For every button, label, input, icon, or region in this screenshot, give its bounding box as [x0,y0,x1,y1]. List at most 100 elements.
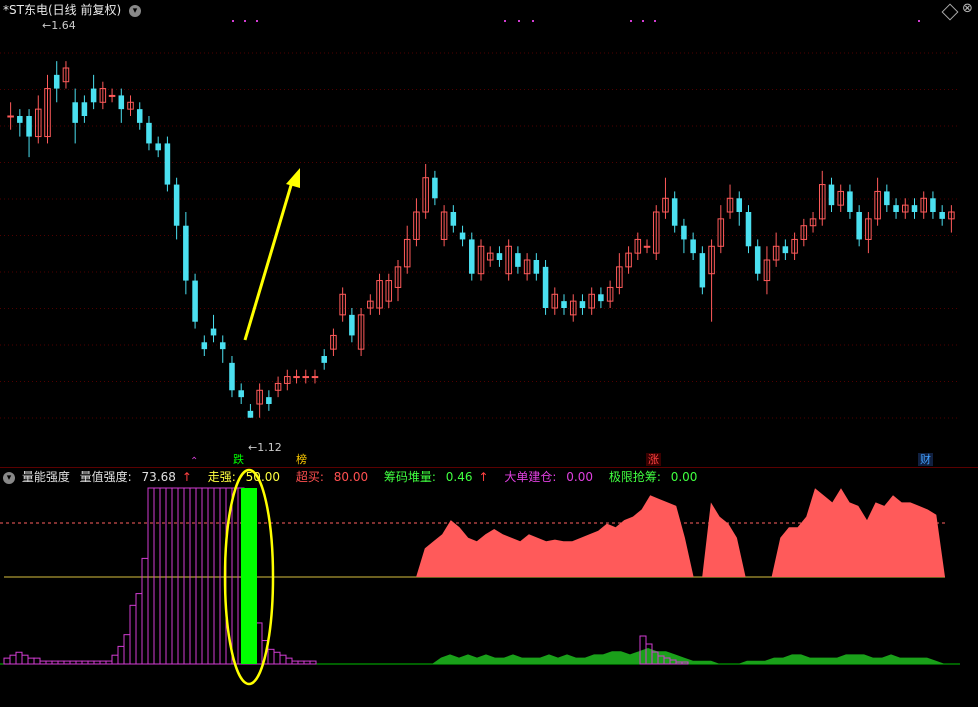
candle-body-down [515,253,521,267]
candle-body-down [266,397,272,404]
big-order-bar [45,660,53,665]
chevron-down-icon[interactable]: ▾ [3,471,15,484]
price-low-label: ←1.12 [248,441,282,454]
big-order-bar [153,487,161,665]
candle-body-down [542,266,549,308]
candle-body-down [247,410,254,418]
top-marker-dot [654,20,656,22]
candle-body-down [469,239,475,274]
big-order-bar [75,660,83,665]
candle-body-down [533,260,540,274]
big-order-bar [177,487,185,665]
event-tag-zhang[interactable]: 涨 [646,453,661,466]
candle-body-up [7,115,14,118]
candle-body-down [118,95,125,110]
big-order-bar [267,648,275,665]
big-order-bar [213,487,221,665]
price-high-value: 1.64 [51,19,76,32]
candle-body-down [893,205,899,212]
indicator-name: 量能强度 [21,470,70,484]
big-order-bar [201,487,209,665]
big-order-bar [231,487,239,665]
big-order-bar [309,660,317,665]
top-marker-dot [244,20,246,22]
top-marker-dot [232,20,234,22]
candle-body-down [496,253,503,260]
big-order-bar [51,660,59,665]
big-order-bar [57,660,65,665]
big-order-bar [27,657,35,665]
event-tag-bang-label: 榜 [296,453,307,466]
big-order-bar [63,660,71,665]
candle-body-down [856,212,862,240]
big-order-bar [135,593,143,665]
candle-body-down [17,116,23,123]
big-order-bar [33,657,41,665]
candle-body-down [183,225,189,281]
candle-body-down [321,356,327,363]
big-order-bar [285,657,293,665]
candle-body-down [164,143,171,185]
big-order-bar [9,654,17,665]
price-high-label: ←1.64 [42,19,76,32]
big-order-bar [105,660,113,665]
candle-body-down [782,246,789,254]
top-marker-dot [532,20,534,22]
candle-body-down [210,328,217,336]
big-order-bar [3,657,11,665]
candle-body-down [201,342,208,350]
big-order-bar [99,660,107,665]
candle-body-down [229,362,235,391]
big-order-bar [273,651,281,665]
big-order-bar [111,654,119,665]
candle-body-down [450,212,457,226]
candle-body-down [459,232,466,240]
big-order-bar [189,487,197,665]
big-order-bar [81,660,89,665]
big-order-bar [39,660,47,665]
event-tag-cai-label: 财 [920,453,931,466]
candle-body-down [745,212,752,247]
event-tag-cai[interactable]: 财 [918,453,933,466]
indicator-item-dadan: 大单建仓: 0.00 [504,470,593,484]
big-order-bar [15,651,23,665]
candle-body-up [108,94,116,97]
candle-body-down [349,314,355,336]
event-tag-die[interactable]: 跌 [231,453,246,466]
big-order-bar [69,660,77,665]
event-tag-die-label: 跌 [233,453,244,466]
indicator-header: ▾ 量能强度 量值强度: 73.68 ↑ 走强: 50.00 超买: 80.00 … [3,469,709,485]
top-marker-dot [918,20,920,22]
pane-separator [0,467,978,468]
big-order-bar [171,487,179,665]
top-marker-dot [518,20,520,22]
indicator-item-zouqiang: 走强: 50.00 [207,470,281,484]
big-order-bar [303,660,311,665]
candle-body-down [671,198,678,226]
candle-body-down [754,246,761,274]
big-order-bar [87,660,95,665]
big-order-bar [159,487,167,665]
candle-body-down [219,342,226,350]
top-marker-dot [256,20,258,22]
highlight-green-bar [241,488,257,664]
big-order-bar [207,487,215,665]
candle-body-up [311,376,319,379]
big-order-bar [195,487,203,665]
big-order-bar [183,487,191,665]
big-order-bar [93,660,101,665]
annotation-arrow-head [286,168,300,188]
candle-body-down [939,212,945,219]
candle-body-down [136,109,143,123]
big-order-bar [141,557,149,665]
event-tag-bang[interactable]: 榜 [294,453,309,466]
big-order-bar [147,487,155,665]
up-arrow-marker-icon: ⌃ [190,456,199,467]
price-low-value: 1.12 [257,441,282,454]
candle-body-down [598,294,604,302]
candle-body-down [53,74,60,89]
candle-body-down [930,198,936,212]
indicator-item-chouma: 筹码堆量: 0.46 ↑ [383,470,489,484]
candle-body-down [579,301,586,308]
event-tag-zhang-label: 涨 [648,453,659,466]
